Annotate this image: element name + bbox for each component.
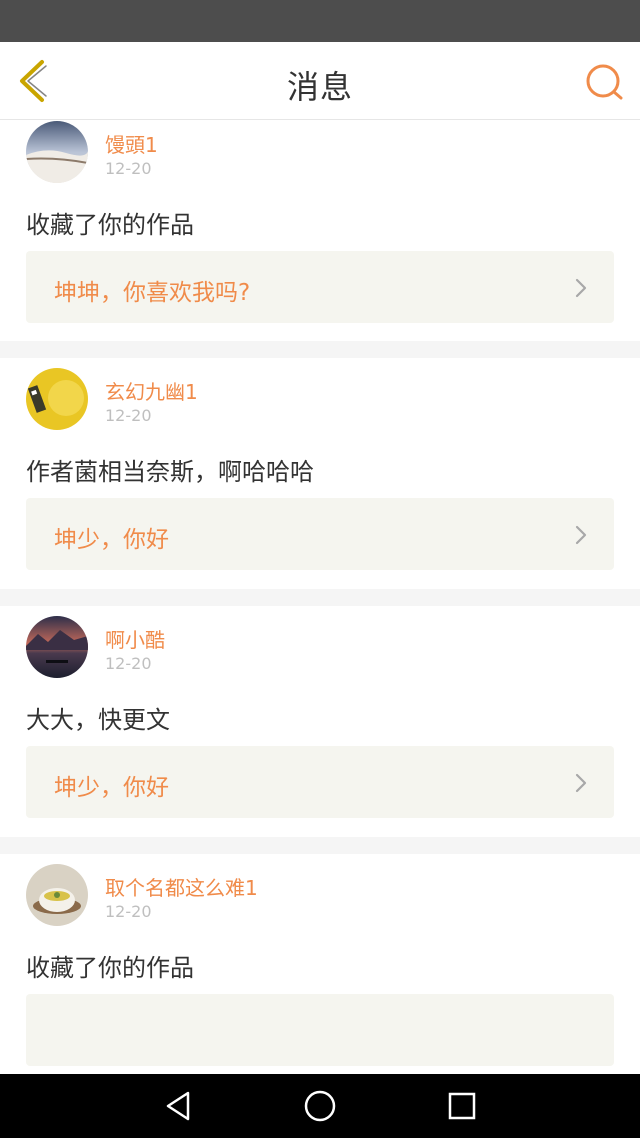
referenced-work-title: 坤坤，你喜欢我吗? [54,280,251,306]
page-title: 消息 [286,68,353,106]
username[interactable]: 馒頭1 [105,129,158,158]
message-content: 收藏了你的作品 [26,211,194,239]
referenced-work[interactable]: 坤坤，你喜欢我吗? [26,251,614,323]
message-card: 取个名都这么难1 12-20 收藏了你的作品 [0,854,640,1074]
avatar[interactable] [26,864,88,926]
card-divider [0,589,640,606]
avatar[interactable] [26,616,88,678]
message-card: 玄幻九幽1 12-20 作者菌相当奈斯，啊哈哈哈 坤少，你好 [0,358,640,589]
username[interactable]: 取个名都这么难1 [105,872,258,901]
message-content: 大大，快更文 [26,706,170,734]
search-button[interactable] [584,62,624,102]
message-content: 收藏了你的作品 [26,954,194,982]
chevron-right-icon [575,773,587,793]
status-bar [0,0,640,42]
chevron-right-icon [575,525,587,545]
message-date: 12-20 [105,654,152,673]
circle-home-icon[interactable] [302,1088,338,1124]
username[interactable]: 啊小酷 [105,624,165,653]
message-card: 馒頭1 12-20 收藏了你的作品 坤坤，你喜欢我吗? [0,121,640,341]
square-recent-icon[interactable] [444,1088,480,1124]
triangle-back-icon[interactable] [160,1088,196,1124]
referenced-work-title: 坤少，你好 [54,527,169,553]
referenced-work[interactable]: 坤少，你好 [26,746,614,818]
header-bar: 消息 [0,42,640,120]
message-date: 12-20 [105,159,152,178]
avatar[interactable] [26,368,88,430]
card-divider [0,341,640,358]
message-list: 馒頭1 12-20 收藏了你的作品 坤坤，你喜欢我吗? 玄幻九幽1 12-20 … [0,121,640,1074]
chevron-right-icon [575,278,587,298]
referenced-work-title: 坤少，你好 [54,775,169,801]
system-navigation-bar [0,1074,640,1138]
avatar[interactable] [26,121,88,183]
username[interactable]: 玄幻九幽1 [105,376,198,405]
message-date: 12-20 [105,902,152,921]
message-content: 作者菌相当奈斯，啊哈哈哈 [26,458,314,486]
message-card: 啊小酷 12-20 大大，快更文 坤少，你好 [0,606,640,837]
card-divider [0,837,640,854]
referenced-work[interactable] [26,994,614,1066]
search-icon [586,64,623,100]
referenced-work[interactable]: 坤少，你好 [26,498,614,570]
message-date: 12-20 [105,406,152,425]
